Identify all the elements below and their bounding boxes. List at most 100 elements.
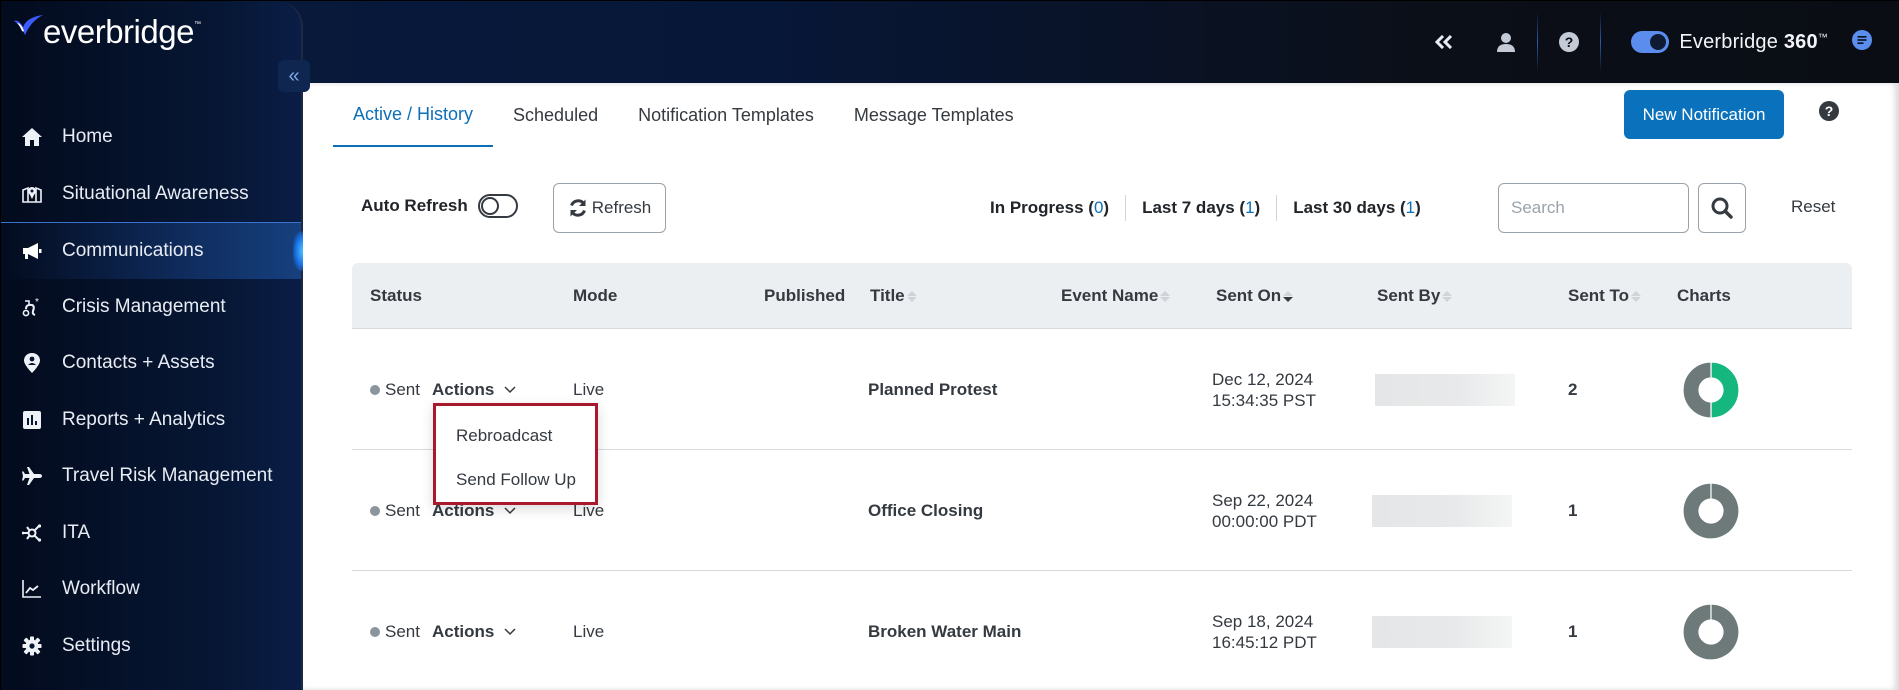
sidebar-item-label: Contacts + Assets [62,352,215,374]
svg-text:*: * [35,297,39,308]
sent-on-time: 15:34:35 PST [1212,390,1316,410]
chevron-down-icon [504,506,516,514]
donut-slice-gray [1682,360,1712,419]
help-icon[interactable]: ? [1538,1,1600,83]
product-name: Everbridge 360™ [1679,30,1828,53]
sent-to-cell: 1 [1568,621,1578,641]
search-button[interactable] [1698,183,1746,233]
sidebar-item-label: Travel Risk Management [62,465,273,487]
sort-icon [1631,290,1642,302]
user-icon[interactable] [1475,1,1537,83]
donut-slice-gray [1682,481,1740,540]
toggle-360-switch[interactable] [1631,31,1670,53]
collapse-double-chevron-icon[interactable] [1413,1,1475,83]
tab-notification-templates[interactable]: Notification Templates [618,83,834,147]
chevron-down-icon [504,385,516,393]
divider [1600,12,1602,72]
sidebar-item-workflow[interactable]: Workflow [1,561,301,618]
tab-message-templates[interactable]: Message Templates [834,83,1034,147]
chat-icon[interactable] [1852,29,1872,55]
chart-cell[interactable] [1682,329,1740,450]
donut-chart[interactable] [1682,360,1740,419]
sidebar-item-reports-analytics[interactable]: Reports + Analytics [1,392,301,449]
donut-slice-green [1710,360,1740,419]
filter-last-30-days[interactable]: Last 30 days (1) [1277,195,1437,221]
tab-active-history[interactable]: Active / History [333,83,494,147]
sidebar-item-settings[interactable]: Settings [1,618,301,675]
sidebar-item-home[interactable]: Home [1,109,301,166]
tab-bar: Active / History Scheduled Notification … [333,83,1034,147]
new-notification-button[interactable]: New Notification [1624,90,1784,139]
filter-count: 1 [1405,198,1416,217]
chart-cell[interactable] [1682,571,1740,690]
filter-count: 1 [1245,198,1255,217]
chart-cell[interactable] [1682,450,1740,571]
sidebar-item-label: Reports + Analytics [62,408,226,430]
sort-desc-icon [1283,290,1294,302]
auto-refresh-label: Auto Refresh [361,196,468,215]
column-sent-on[interactable]: Sent On [1216,263,1294,329]
help-icon[interactable]: ? [1819,101,1839,126]
column-sent-by[interactable]: Sent By [1377,263,1453,329]
time-filters: In Progress (0) Last 7 days (1) Last 30 … [990,195,1437,221]
top-bar-actions: ? Everbridge 360™ [1413,1,1899,83]
logo-tm: ™ [193,21,201,28]
sent-to-cell: 2 [1568,379,1578,399]
sidebar-collapse-button[interactable]: « [278,60,310,92]
auto-refresh-toggle[interactable] [477,194,518,218]
chevron-down-icon [504,627,516,635]
donut-chart[interactable] [1682,481,1740,540]
sent-on-time: 16:45:12 PDT [1212,632,1317,652]
sent-by-cell [1375,329,1515,450]
column-mode: Mode [573,286,618,305]
column-title[interactable]: Title [870,263,917,329]
map-pin-icon [21,183,43,205]
search-input[interactable] [1498,183,1689,233]
sent-by-cell [1372,450,1512,571]
sent-by-cell [1372,571,1512,690]
menu-item-send-follow-up[interactable]: Send Follow Up [436,458,595,502]
filter-in-progress[interactable]: In Progress (0) [990,195,1127,221]
status-text: Sent [385,379,420,399]
reset-link[interactable]: Reset [1791,197,1835,217]
tab-scheduled[interactable]: Scheduled [493,83,618,147]
line-chart-icon [21,578,43,600]
sort-icon [1442,290,1453,302]
sidebar-item-ita[interactable]: ITA [1,505,301,562]
column-event-name[interactable]: Event Name [1061,263,1171,329]
menu-item-rebroadcast[interactable]: Rebroadcast [436,414,595,458]
sidebar-item-communications[interactable]: Communications [1,222,303,279]
sidebar-item-label: Crisis Management [62,295,226,317]
title-link[interactable]: Planned Protest [868,329,997,450]
sent-by-redacted [1372,494,1512,527]
sort-icon [906,290,917,302]
sent-to-cell: 1 [1568,500,1578,520]
refresh-icon [569,199,586,217]
title-link[interactable]: Broken Water Main [868,571,1021,690]
title-link[interactable]: Office Closing [868,450,983,571]
search-icon [1711,197,1733,219]
sidebar-nav: Home Situational Awareness Communication… [1,109,303,675]
filter-last-7-days[interactable]: Last 7 days (1) [1126,195,1278,221]
column-sent-to[interactable]: Sent To [1568,263,1642,329]
refresh-button[interactable]: Refresh [553,183,666,233]
toolbar: Auto Refresh Refresh In Progress (0) Las… [303,183,1899,233]
sidebar-item-travel-risk-management[interactable]: Travel Risk Management [1,448,301,505]
everbridge-logo[interactable]: everbridge ™ [13,13,201,51]
logo-text: everbridge [43,13,194,50]
sent-on-cell: Sep 22, 2024 00:00:00 PDT [1212,450,1317,571]
sent-by-redacted [1372,615,1512,648]
sidebar-item-label: Home [62,126,113,148]
refresh-label: Refresh [591,198,652,217]
sidebar-item-label: Communications [62,239,204,261]
sidebar-item-crisis-management[interactable]: * Crisis Management [1,279,301,336]
column-charts: Charts [1677,286,1731,305]
everbridge-360-toggle[interactable]: Everbridge 360™ [1631,31,1828,54]
sidebar-item-contacts-assets[interactable]: Contacts + Assets [1,335,301,392]
status-cell: Sent Actions [370,571,516,690]
actions-dropdown-button[interactable]: Actions [432,622,516,642]
donut-chart[interactable] [1682,602,1740,661]
sent-on-cell: Sep 18, 2024 16:45:12 PDT [1212,571,1317,690]
actions-dropdown-button[interactable]: Actions [432,380,516,400]
sidebar-item-situational-awareness[interactable]: Situational Awareness [1,166,301,223]
